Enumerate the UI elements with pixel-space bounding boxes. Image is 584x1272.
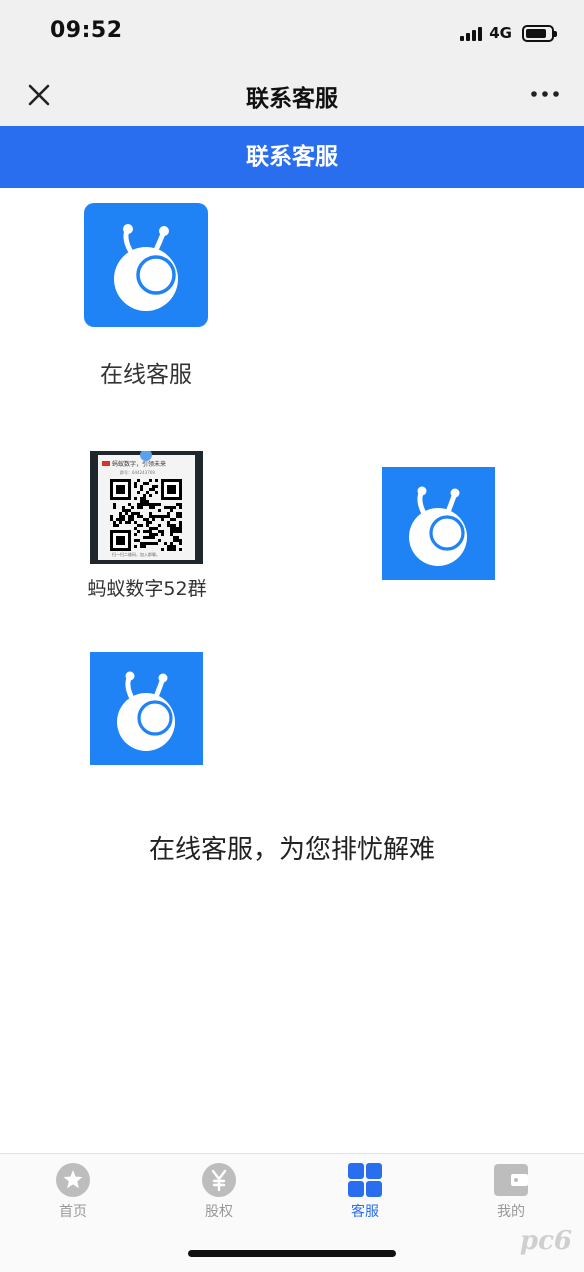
tab-service-label: 客服 (351, 1204, 379, 1220)
tab-service[interactable]: 客服 (325, 1162, 405, 1221)
grid-icon (348, 1163, 382, 1197)
group-qr-code[interactable]: 蚂蚁数字，引领未来 群号：644243769 扫一扫二维码，加入群聊。 (90, 451, 203, 564)
tab-home[interactable]: 首页 (33, 1162, 113, 1221)
battery-icon (522, 24, 557, 42)
wallet-icon (494, 1164, 528, 1196)
nav-title: 联系客服 (246, 86, 338, 112)
signal-icon (460, 25, 483, 41)
status-bar: 09:52 4G (0, 0, 584, 62)
online-service-icon[interactable] (84, 203, 208, 327)
home-indicator (188, 1250, 396, 1257)
qr-header-text: 蚂蚁数字，引领未来 (112, 460, 166, 468)
group-label[interactable]: 蚂蚁数字52群 (62, 574, 232, 601)
yen-icon (202, 1163, 236, 1197)
network-type: 4G (489, 24, 512, 42)
page-header-banner: 联系客服 (0, 126, 584, 188)
qr-footer-text: 扫一扫二维码，加入群聊。 (112, 551, 160, 557)
nav-bar: 联系客服 (0, 62, 584, 126)
service-app-icon[interactable] (382, 467, 495, 580)
online-service-label[interactable]: 在线客服 (64, 355, 228, 389)
status-time: 09:52 (50, 18, 123, 43)
service-tagline: 在线客服，为您排忧解难 (148, 835, 435, 865)
star-icon (56, 1163, 90, 1197)
tab-mine-label: 我的 (497, 1204, 525, 1220)
tab-equity-label: 股权 (205, 1204, 233, 1220)
tab-equity[interactable]: 股权 (179, 1162, 259, 1221)
tab-mine[interactable]: 我的 (471, 1162, 551, 1221)
watermark-logo: pc6 (519, 1226, 572, 1256)
tab-home-label: 首页 (59, 1204, 87, 1220)
more-icon[interactable] (528, 82, 562, 106)
status-indicators: 4G (460, 20, 557, 46)
qr-id-text: 群号：644243769 (120, 469, 155, 475)
service-app-icon-2[interactable] (90, 652, 203, 765)
